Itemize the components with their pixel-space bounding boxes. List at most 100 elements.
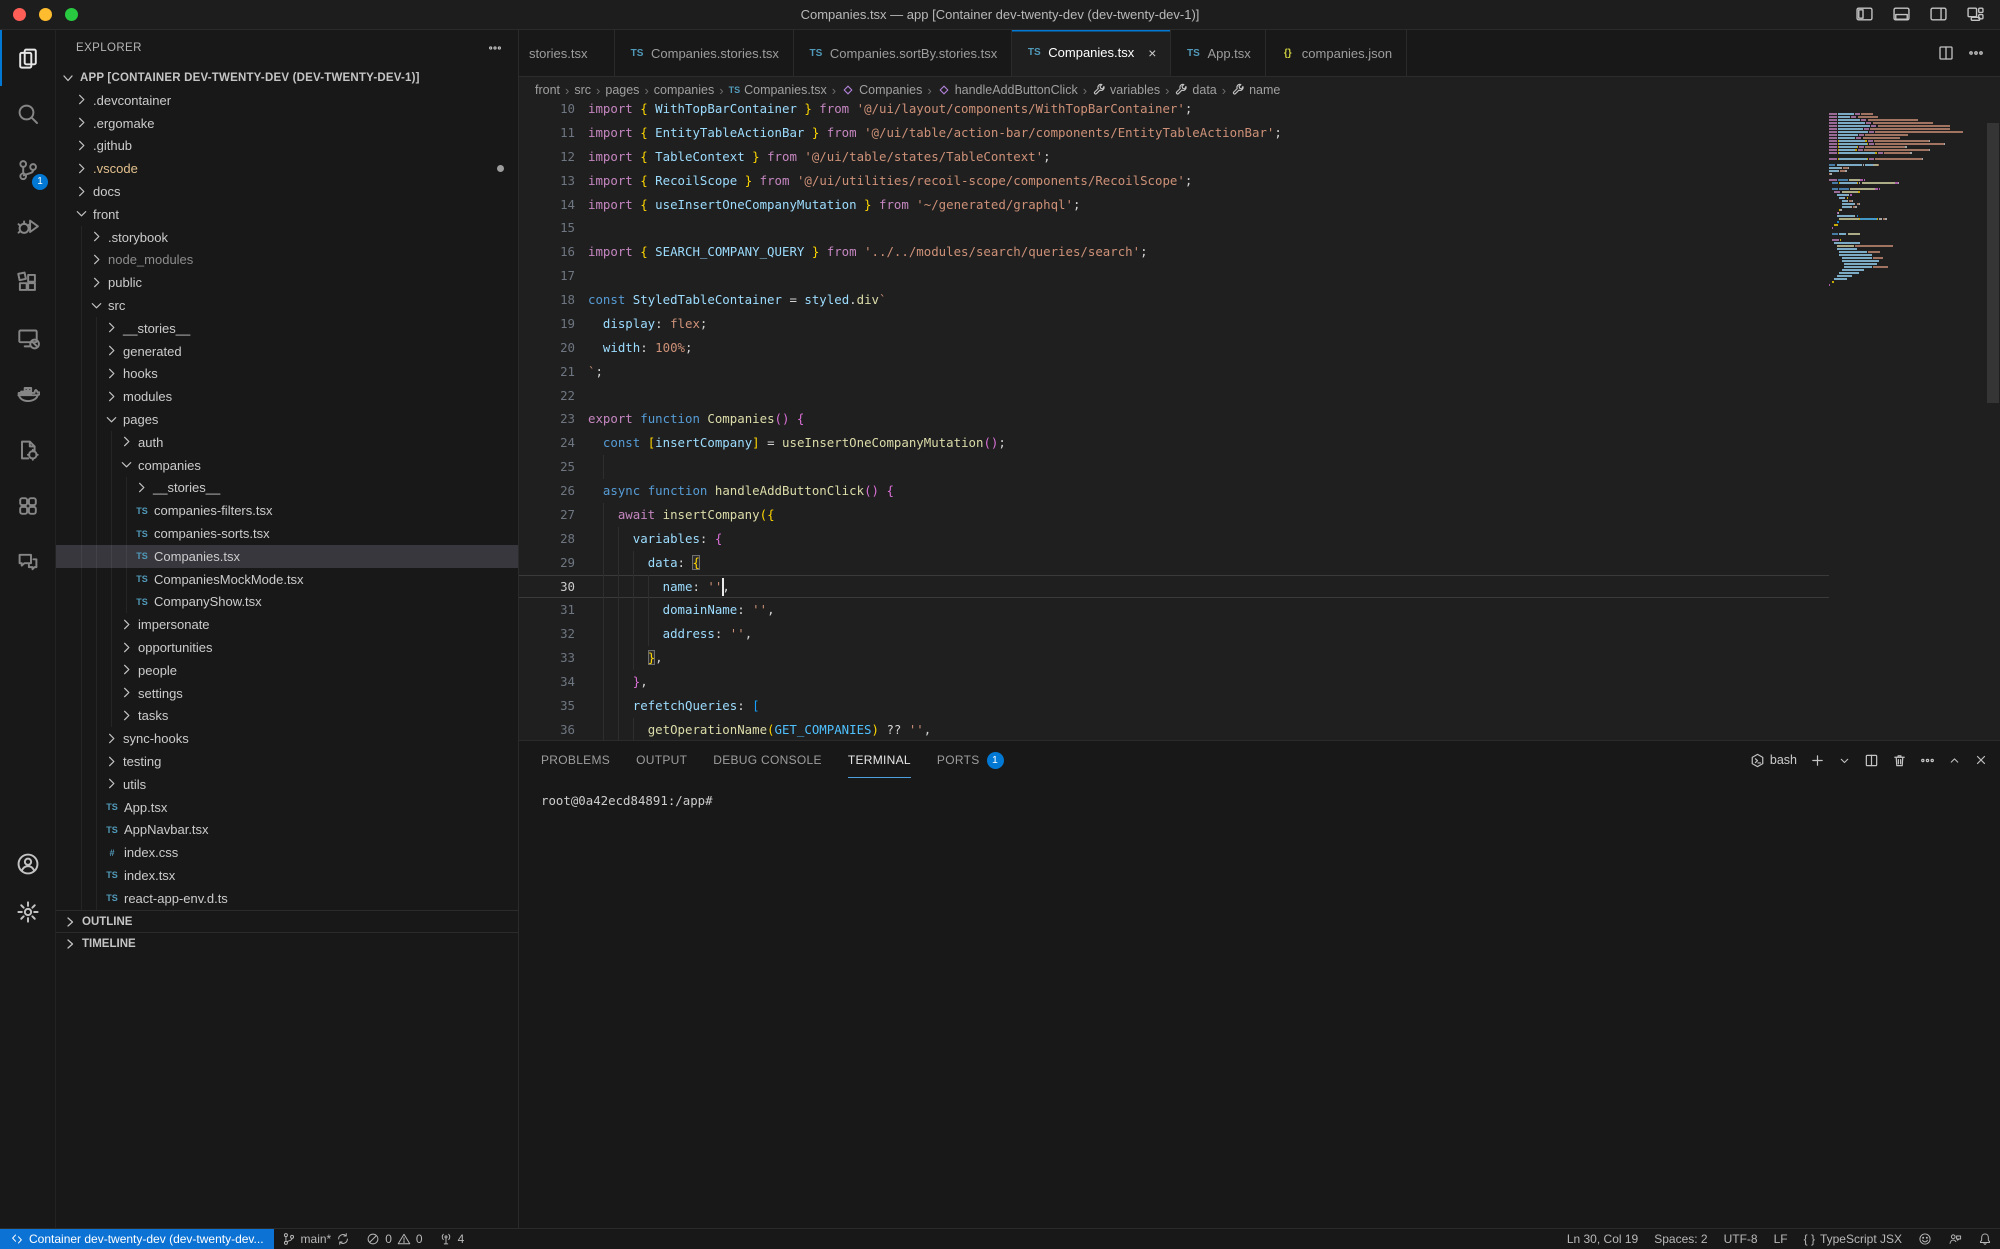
notifications-status[interactable] <box>1970 1229 2000 1249</box>
tree-item-people[interactable]: people <box>56 659 518 682</box>
tab-companies-json[interactable]: {}companies.json <box>1266 30 1407 76</box>
git-branch-status[interactable]: main* <box>274 1229 359 1249</box>
tree-item-companies[interactable]: companies <box>56 454 518 477</box>
timeline-section[interactable]: TIMELINE <box>56 932 518 955</box>
activity-item-docker[interactable] <box>0 366 56 422</box>
code-line-11[interactable]: 11import { EntityTableActionBar } from '… <box>519 121 1829 145</box>
activity-item-settings[interactable] <box>0 888 56 936</box>
code-line-16[interactable]: 16import { SEARCH_COMPANY_QUERY } from '… <box>519 240 1829 264</box>
tree-item-companies-filters-tsx[interactable]: TScompanies-filters.tsx <box>56 499 518 522</box>
encoding-status[interactable]: UTF-8 <box>1716 1229 1766 1249</box>
breadcrumb-item-data[interactable]: data <box>1174 83 1216 97</box>
activity-item-extensions[interactable] <box>0 254 56 310</box>
tree-item-sync-hooks[interactable]: sync-hooks <box>56 727 518 750</box>
split-terminal-icon[interactable] <box>1864 753 1879 768</box>
tree-item-index-tsx[interactable]: TSindex.tsx <box>56 864 518 887</box>
panel-more-actions-icon[interactable] <box>1920 753 1935 768</box>
tree-item-utils[interactable]: utils <box>56 773 518 796</box>
launch-profile-chevron-icon[interactable] <box>1838 754 1851 767</box>
tree-item--github[interactable]: .github <box>56 135 518 158</box>
tree-item--vscode[interactable]: .vscode <box>56 157 518 180</box>
close-tab-icon[interactable]: × <box>1148 45 1156 61</box>
tree-item--storybook[interactable]: .storybook <box>56 226 518 249</box>
tab-companies-tsx[interactable]: TSCompanies.tsx× <box>1012 30 1171 76</box>
tree-item-node-modules[interactable]: node_modules <box>56 249 518 272</box>
activity-item-account[interactable] <box>0 840 56 888</box>
cursor-position-status[interactable]: Ln 30, Col 19 <box>1559 1229 1646 1249</box>
close-panel-icon[interactable] <box>1974 753 1988 767</box>
code-line-36[interactable]: 36 getOperationName(GET_COMPANIES) ?? ''… <box>519 718 1829 740</box>
code-line-31[interactable]: 31 domainName: '', <box>519 598 1829 622</box>
code-line-13[interactable]: 13import { RecoilScope } from '@/ui/util… <box>519 169 1829 193</box>
breadcrumb-item-front[interactable]: front <box>535 83 560 97</box>
tab-companies-stories-tsx[interactable]: TSCompanies.stories.tsx <box>615 30 794 76</box>
code-line-17[interactable]: 17 <box>519 264 1829 288</box>
editor-scrollbar[interactable] <box>1986 103 2000 740</box>
code-line-27[interactable]: 27 await insertCompany({ <box>519 503 1829 527</box>
breadcrumb-item-companies[interactable]: Companies <box>841 83 922 97</box>
activity-item-comments[interactable] <box>0 534 56 590</box>
maximize-panel-icon[interactable] <box>1948 754 1961 767</box>
tree-item-index-css[interactable]: #index.css <box>56 841 518 864</box>
kill-terminal-icon[interactable] <box>1892 753 1907 768</box>
code-line-29[interactable]: 29 data: { <box>519 551 1829 575</box>
tab-app-tsx[interactable]: TSApp.tsx <box>1171 30 1265 76</box>
code-line-25[interactable]: 25 <box>519 455 1829 479</box>
tree-item-modules[interactable]: modules <box>56 385 518 408</box>
code-line-35[interactable]: 35 refetchQueries: [ <box>519 694 1829 718</box>
tree-item-companyshow-tsx[interactable]: TSCompanyShow.tsx <box>56 591 518 614</box>
activity-item-search[interactable] <box>0 86 56 142</box>
tree-item-settings[interactable]: settings <box>56 682 518 705</box>
tree-item--stories-[interactable]: __stories__ <box>56 477 518 500</box>
breadcrumb-item-variables[interactable]: variables <box>1092 83 1160 97</box>
activity-item-figma[interactable] <box>0 478 56 534</box>
tree-item-hooks[interactable]: hooks <box>56 363 518 386</box>
code-line-30[interactable]: 30 name: '', <box>519 575 1829 599</box>
tree-item-src[interactable]: src <box>56 294 518 317</box>
code-line-19[interactable]: 19 display: flex; <box>519 312 1829 336</box>
tab-stories-tsx[interactable]: stories.tsx <box>519 30 615 76</box>
tree-item-companies-sorts-tsx[interactable]: TScompanies-sorts.tsx <box>56 522 518 545</box>
language-mode-status[interactable]: { }TypeScript JSX <box>1796 1229 1910 1249</box>
panel-tab-ports[interactable]: PORTS1 <box>937 743 1004 778</box>
tree-item--ergomake[interactable]: .ergomake <box>56 112 518 135</box>
tree-item-pages[interactable]: pages <box>56 408 518 431</box>
terminal-output[interactable]: root@0a42ecd84891:/app# <box>519 779 2000 808</box>
toggle-panel-icon[interactable] <box>1891 5 1912 23</box>
tree-item-auth[interactable]: auth <box>56 431 518 454</box>
breadcrumb-item-companies[interactable]: companies <box>654 83 714 97</box>
remote-indicator[interactable]: Container dev-twenty-dev (dev-twenty-dev… <box>0 1229 274 1249</box>
code-line-20[interactable]: 20 width: 100%; <box>519 336 1829 360</box>
tree-item-appnavbar-tsx[interactable]: TSAppNavbar.tsx <box>56 819 518 842</box>
code-line-10[interactable]: 10import { WithTopBarContainer } from '@… <box>519 103 1829 121</box>
more-actions-icon[interactable] <box>1968 45 1984 61</box>
toggle-sidebar-icon[interactable] <box>1854 5 1875 23</box>
workspace-section-header[interactable]: APP [CONTAINER DEV-TWENTY-DEV (DEV-TWENT… <box>56 66 518 89</box>
breadcrumb-item-src[interactable]: src <box>574 83 591 97</box>
code-line-12[interactable]: 12import { TableContext } from '@/ui/tab… <box>519 145 1829 169</box>
split-editor-icon[interactable] <box>1938 45 1954 61</box>
activity-item-remote-explorer[interactable] <box>0 310 56 366</box>
indentation-status[interactable]: Spaces: 2 <box>1646 1229 1715 1249</box>
tree-item-react-app-env-d-ts[interactable]: TSreact-app-env.d.ts <box>56 887 518 910</box>
code-line-15[interactable]: 15 <box>519 216 1829 240</box>
tree-item-tasks[interactable]: tasks <box>56 705 518 728</box>
tree-item-docs[interactable]: docs <box>56 180 518 203</box>
tree-item-generated[interactable]: generated <box>56 340 518 363</box>
problems-status[interactable]: 0 0 <box>358 1229 430 1249</box>
code-line-18[interactable]: 18const StyledTableContainer = styled.di… <box>519 288 1829 312</box>
new-terminal-icon[interactable] <box>1810 753 1825 768</box>
tree-item--stories-[interactable]: __stories__ <box>56 317 518 340</box>
breadcrumb-item-handleaddbuttonclick[interactable]: handleAddButtonClick <box>937 83 1078 97</box>
tree-item-companiesmockmode-tsx[interactable]: TSCompaniesMockMode.tsx <box>56 568 518 591</box>
outline-section[interactable]: OUTLINE <box>56 910 518 933</box>
breadcrumb-item-companies-tsx[interactable]: TSCompanies.tsx <box>729 83 827 97</box>
tree-item-public[interactable]: public <box>56 271 518 294</box>
code-line-34[interactable]: 34 }, <box>519 670 1829 694</box>
customize-layout-icon[interactable] <box>1965 5 1986 23</box>
code-line-21[interactable]: 21`; <box>519 360 1829 384</box>
tree-item-impersonate[interactable]: impersonate <box>56 613 518 636</box>
tree-item--devcontainer[interactable]: .devcontainer <box>56 89 518 112</box>
tree-item-companies-tsx[interactable]: TSCompanies.tsx <box>56 545 518 568</box>
tree-item-opportunities[interactable]: opportunities <box>56 636 518 659</box>
